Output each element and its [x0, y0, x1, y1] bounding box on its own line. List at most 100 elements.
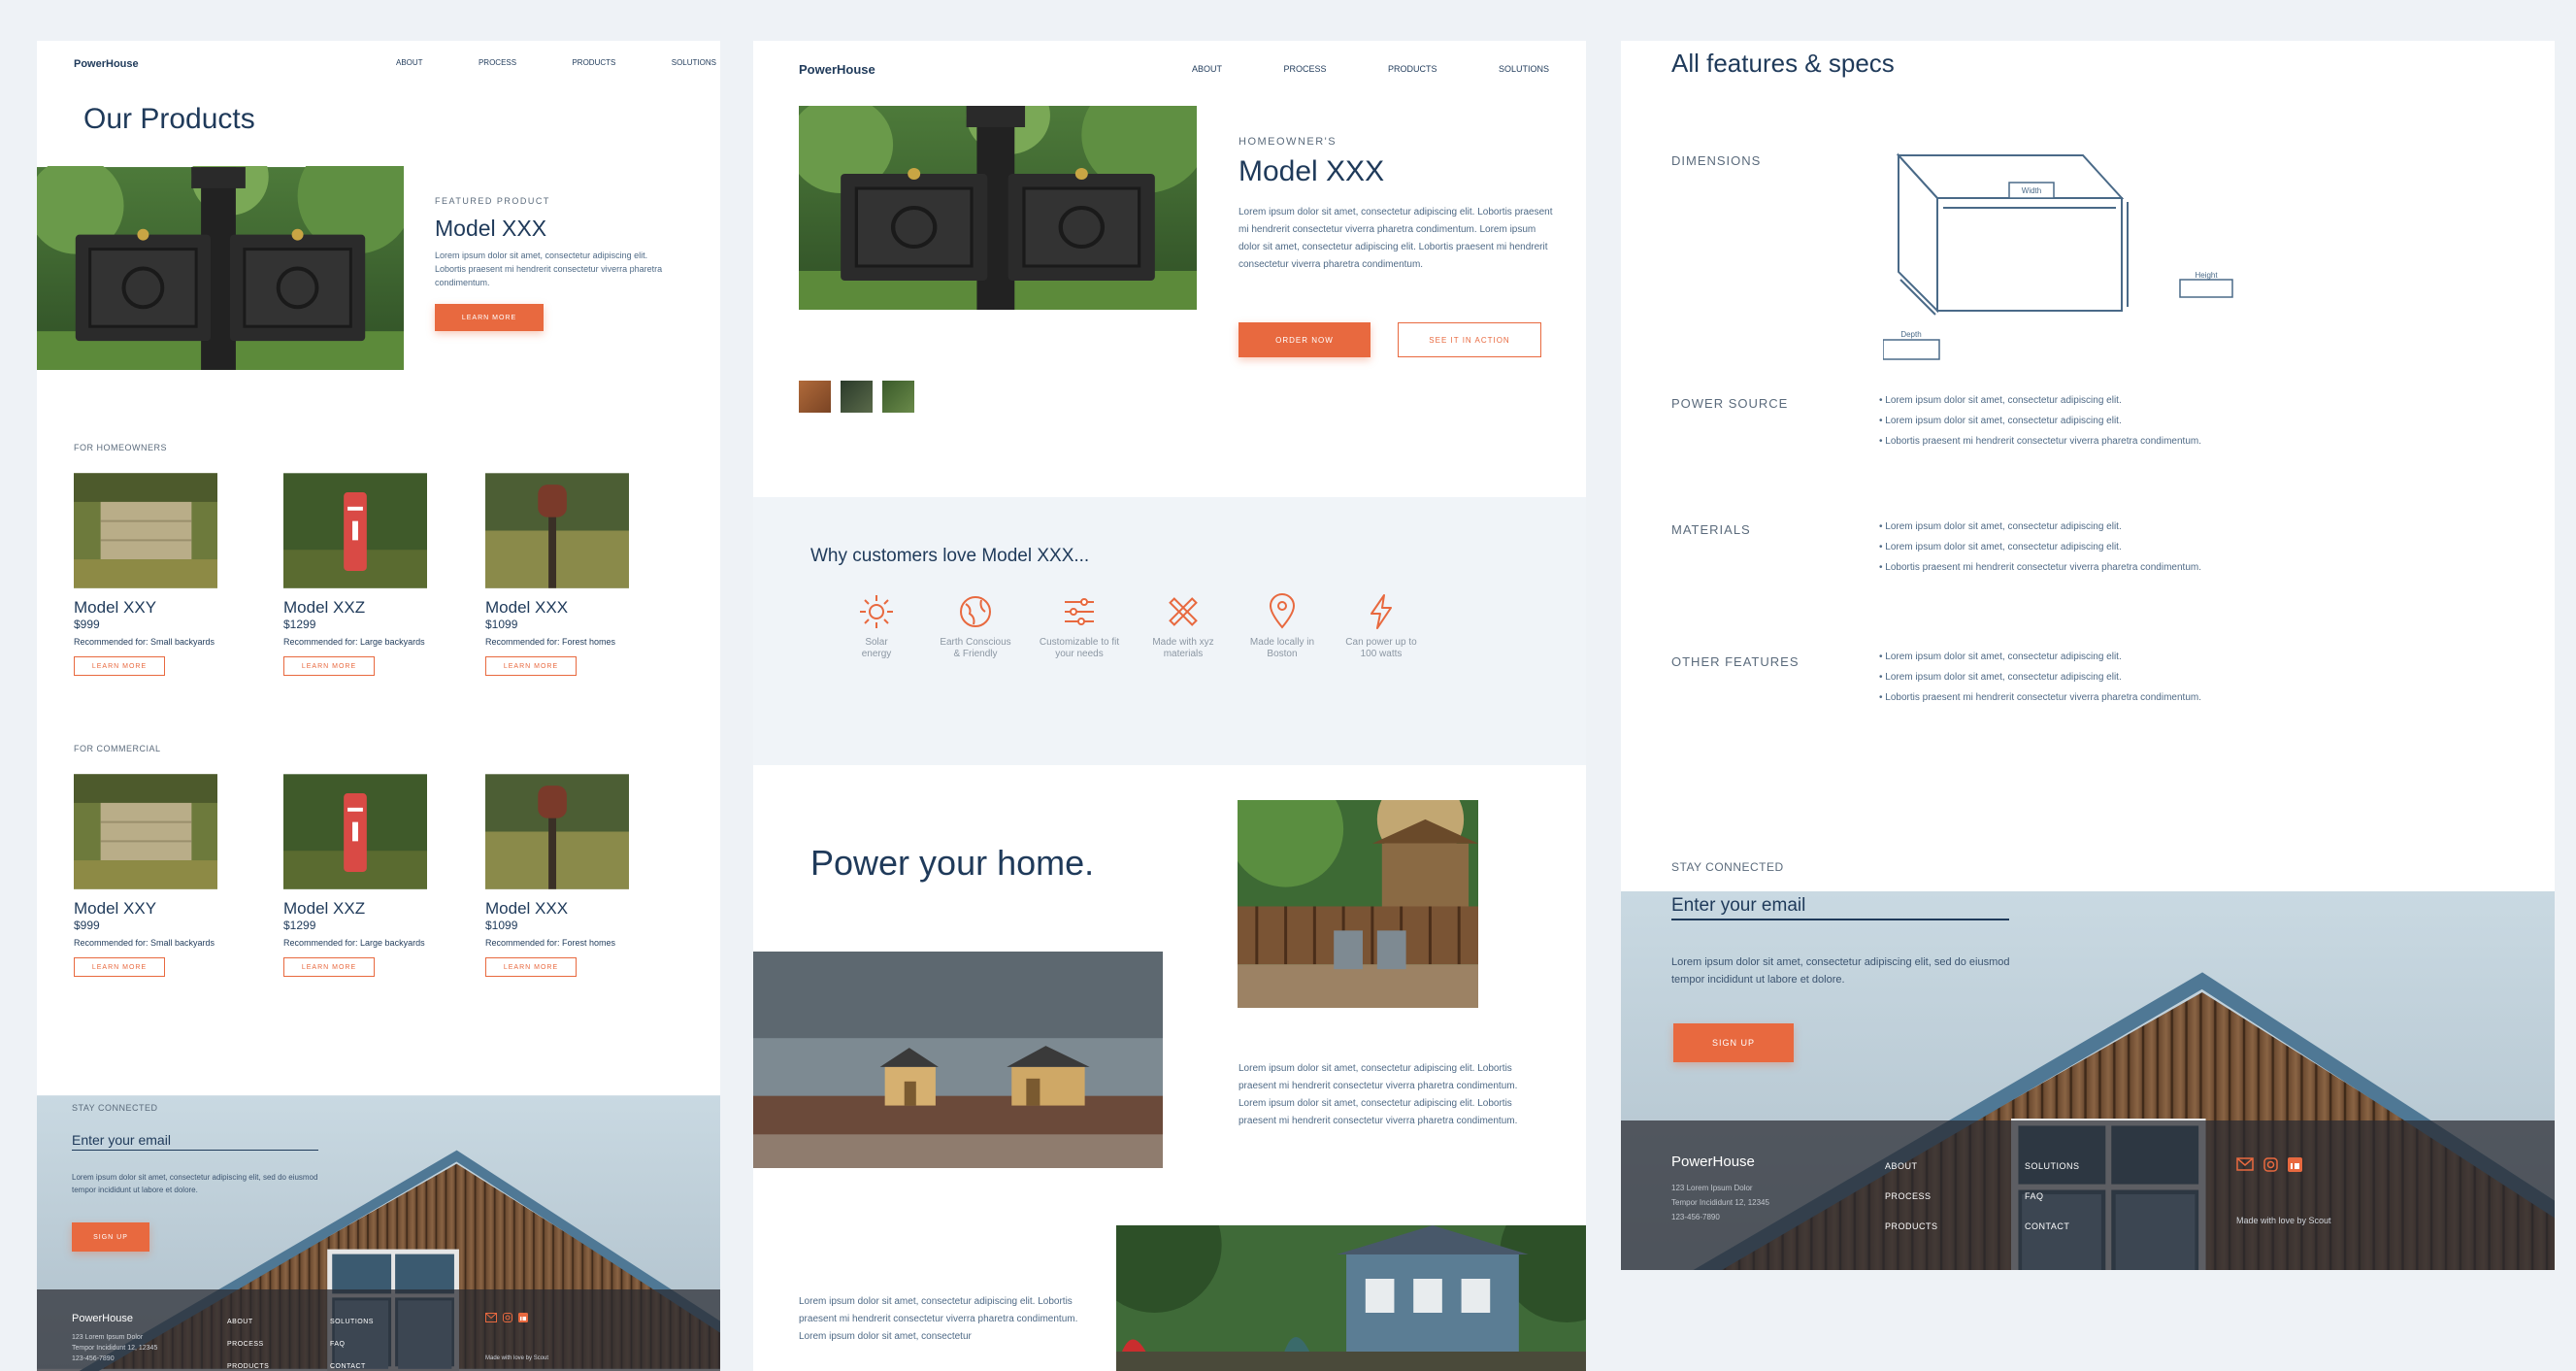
product-image[interactable]	[283, 774, 427, 889]
spec-bullet-text: Lobortis praesent mi hendrerit consectet…	[1885, 692, 2201, 703]
mail-icon[interactable]	[485, 1313, 497, 1322]
product-image[interactable]	[74, 774, 217, 889]
feature-label-line: materials	[1163, 649, 1204, 659]
feature-label-line: energy	[861, 649, 892, 659]
footer: PowerHouse 123 Lorem Ipsum Dolor Tempor …	[37, 1289, 720, 1371]
instagram-icon[interactable]	[2263, 1157, 2278, 1172]
blue-house-image	[1116, 1225, 1586, 1371]
power-source-label: POWER SOURCE	[1671, 396, 1789, 411]
power-source-bullets: • Lorem ipsum dolor sit amet, consectetu…	[1879, 390, 2201, 451]
feature-label: Customizable to fit your needs	[1040, 637, 1119, 660]
order-now-button[interactable]: ORDER NOW	[1238, 322, 1371, 357]
thumbnail[interactable]	[799, 381, 831, 413]
product-image[interactable]	[74, 473, 217, 588]
nav-about[interactable]: ABOUT	[1192, 64, 1222, 74]
feature-label-line: Boston	[1267, 649, 1298, 659]
see-it-in-action-button[interactable]: SEE IT IN ACTION	[1398, 322, 1541, 357]
thumbnail-strip	[799, 381, 914, 413]
thumbnail[interactable]	[882, 381, 914, 413]
product-price: $1299	[283, 618, 316, 631]
footer-credit: Made with love by Scout	[2236, 1216, 2331, 1225]
spec-bullet: • Lorem ipsum dolor sit amet, consectetu…	[1879, 416, 2122, 426]
brand-logo[interactable]: PowerHouse	[799, 62, 875, 77]
signup-description: Lorem ipsum dolor sit amet, consectetur …	[72, 1173, 318, 1194]
footer-link-solutions[interactable]: SOLUTIONS	[2025, 1152, 2080, 1182]
learn-more-button[interactable]: LEARN MORE	[283, 957, 375, 977]
nav-process[interactable]: PROCESS	[479, 58, 516, 67]
feature-label-line: 100 watts	[1360, 649, 1403, 659]
feature-label: Solar energy	[862, 637, 892, 660]
nav-products[interactable]: PRODUCTS	[1388, 64, 1437, 74]
footer-link-about[interactable]: ABOUT	[227, 1311, 269, 1333]
footer-link-contact[interactable]: CONTACT	[330, 1355, 374, 1371]
product-title: Model XXX	[485, 598, 569, 617]
feature-label-line: Can power up to	[1345, 637, 1417, 648]
product-recommendation: Recommended for: Small backyards	[74, 938, 215, 948]
other-features-bullets: • Lorem ipsum dolor sit amet, consectetu…	[1879, 647, 2201, 708]
product-title: Model XXX	[1238, 155, 1385, 187]
footer-link-contact[interactable]: CONTACT	[2025, 1212, 2080, 1242]
featured-learn-more-button[interactable]: LEARN MORE	[435, 304, 544, 331]
email-input[interactable]: Enter your email	[1671, 895, 2009, 920]
nav-about[interactable]: ABOUT	[396, 58, 423, 67]
footer-link-about[interactable]: ABOUT	[1885, 1152, 1938, 1182]
product-recommendation: Recommended for: Small backyards	[74, 637, 215, 647]
footer-link-process[interactable]: PROCESS	[227, 1333, 269, 1355]
footer-link-faq[interactable]: FAQ	[330, 1333, 374, 1355]
spec-bullet: • Lorem ipsum dolor sit amet, consectetu…	[1879, 395, 2122, 406]
learn-more-button[interactable]: LEARN MORE	[74, 957, 165, 977]
stay-connected-label: STAY CONNECTED	[1671, 860, 1784, 874]
specs-heading: All features & specs	[1671, 49, 1895, 78]
sliders-icon	[1065, 598, 1094, 625]
products-page-panel: PowerHouse ABOUT PROCESS PRODUCTS SOLUTI…	[37, 41, 720, 1371]
product-price: $999	[74, 618, 100, 631]
sign-up-button[interactable]: SIGN UP	[72, 1222, 149, 1252]
linkedin-icon[interactable]	[518, 1313, 528, 1322]
footer-link-products[interactable]: PRODUCTS	[1885, 1212, 1938, 1242]
nav-solutions[interactable]: SOLUTIONS	[672, 58, 716, 67]
product-hero-image	[799, 106, 1197, 310]
commercial-section-label: FOR COMMERCIAL	[74, 744, 161, 753]
footer-link-faq[interactable]: FAQ	[2025, 1182, 2080, 1212]
footer-link-solutions[interactable]: SOLUTIONS	[330, 1311, 374, 1333]
product-price: $1299	[283, 919, 316, 932]
learn-more-button[interactable]: LEARN MORE	[283, 656, 375, 676]
product-recommendation: Recommended for: Large backyards	[283, 938, 425, 948]
tools-icon	[1169, 597, 1198, 626]
brand-logo[interactable]: PowerHouse	[74, 58, 139, 70]
materials-label: MATERIALS	[1671, 522, 1751, 537]
power-heading: Power your home.	[810, 843, 1095, 883]
instagram-icon[interactable]	[503, 1313, 512, 1322]
spec-bullet-text: Lobortis praesent mi hendrerit consectet…	[1885, 562, 2201, 573]
learn-more-button[interactable]: LEARN MORE	[74, 656, 165, 676]
spec-bullet: • Lobortis praesent mi hendrerit consect…	[1879, 692, 2201, 703]
feature-item: Earth Conscious & Friendly	[932, 592, 1019, 660]
feature-label-line: Made with xyz	[1152, 637, 1214, 648]
mail-icon[interactable]	[2236, 1157, 2254, 1171]
product-image[interactable]	[283, 473, 427, 588]
learn-more-button[interactable]: LEARN MORE	[485, 656, 577, 676]
nav-solutions[interactable]: SOLUTIONS	[1499, 64, 1549, 74]
footer-address: 123 Lorem Ipsum Dolor Tempor Incididunt …	[1671, 1181, 1769, 1224]
footer-link-products[interactable]: PRODUCTS	[227, 1355, 269, 1371]
email-input[interactable]: Enter your email	[72, 1132, 318, 1151]
product-price: $999	[74, 919, 100, 932]
sign-up-button[interactable]: SIGN UP	[1673, 1023, 1794, 1062]
thumbnail[interactable]	[841, 381, 873, 413]
learn-more-button[interactable]: LEARN MORE	[485, 957, 577, 977]
homeowners-section-label: FOR HOMEOWNERS	[74, 443, 167, 452]
feature-label-line: Customizable to fit	[1039, 637, 1120, 648]
linkedin-icon[interactable]	[2288, 1157, 2302, 1172]
footer-brand[interactable]: PowerHouse	[1671, 1154, 1755, 1170]
product-card: Model XXX $1099 Recommended for: Forest …	[485, 473, 641, 676]
spec-bullet-text: Lorem ipsum dolor sit amet, consectetur …	[1885, 652, 2122, 662]
product-image[interactable]	[485, 774, 629, 889]
product-image[interactable]	[485, 473, 629, 588]
nav-process[interactable]: PROCESS	[1283, 64, 1326, 74]
footer-brand[interactable]: PowerHouse	[72, 1313, 133, 1324]
footer: PowerHouse 123 Lorem Ipsum Dolor Tempor …	[1621, 1120, 2555, 1270]
product-title: Model XXZ	[283, 899, 366, 918]
product-price: $1099	[485, 919, 518, 932]
nav-products[interactable]: PRODUCTS	[572, 58, 615, 67]
footer-link-process[interactable]: PROCESS	[1885, 1182, 1938, 1212]
